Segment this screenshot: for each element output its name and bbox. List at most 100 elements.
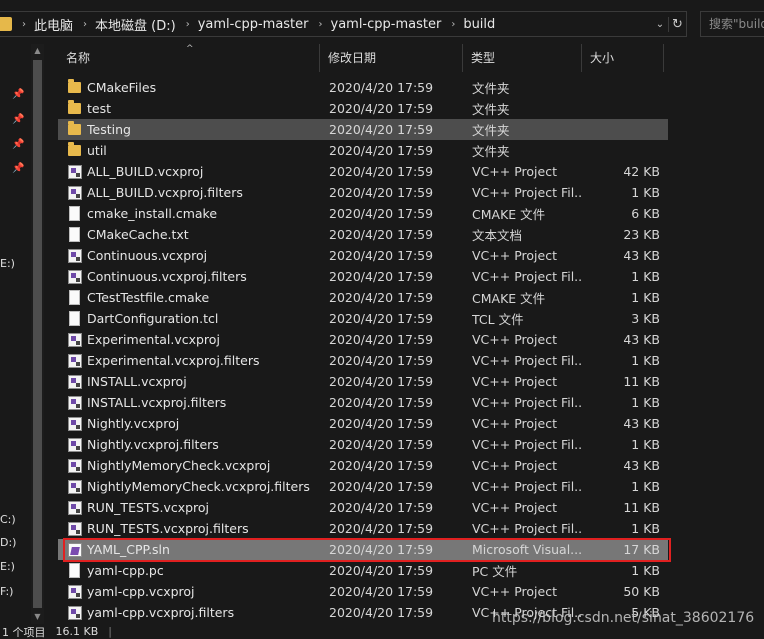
column-header-date[interactable]: 修改日期	[320, 44, 463, 72]
file-name: NightlyMemoryCheck.vcxproj	[87, 458, 271, 473]
file-type: 文件夹	[472, 123, 510, 138]
nav-drive-label[interactable]: E:)	[0, 560, 15, 573]
vcxproj-icon	[67, 416, 83, 432]
file-row[interactable]: Continuous.vcxproj 2020/4/20 17:59 VC++ Pr…	[58, 245, 668, 266]
file-row[interactable]: RUN_TESTS.vcxproj.filters 2020/4/20 17:59…	[58, 518, 668, 539]
breadcrumb-separator-icon[interactable]: ›	[186, 19, 190, 30]
file-row[interactable]: test 2020/4/20 17:59 文件夹	[58, 98, 668, 119]
file-type: PC 文件	[472, 564, 518, 579]
file-date: 2020/4/20 17:59	[329, 605, 434, 620]
file-row[interactable]: Continuous.vcxproj.filters 2020/4/20 17:5…	[58, 266, 668, 287]
file-type: VC++ Project Fil...	[472, 269, 582, 284]
file-row[interactable]: INSTALL.vcxproj 2020/4/20 17:59 VC++ Proje…	[58, 371, 668, 392]
file-name: yaml-cpp.vcxproj.filters	[87, 605, 235, 620]
file-name: CMakeCache.txt	[87, 227, 189, 242]
file-row[interactable]: ALL_BUILD.vcxproj 2020/4/20 17:59 VC++ Pro…	[58, 161, 668, 182]
breadcrumb-item[interactable]: build	[463, 17, 495, 32]
file-row[interactable]: CTestTestfile.cmake 2020/4/20 17:59 CMAKE …	[58, 287, 668, 308]
file-type: VC++ Project	[472, 500, 557, 515]
scroll-up-icon[interactable]: ▲	[31, 44, 44, 58]
file-row[interactable]: ALL_BUILD.vcxproj.filters 2020/4/20 17:59…	[58, 182, 668, 203]
file-size: 1 KB	[631, 479, 660, 494]
file-row[interactable]: DartConfiguration.tcl 2020/4/20 17:59 TCL …	[58, 308, 668, 329]
file-row[interactable]: yaml-cpp.pc 2020/4/20 17:59 PC 文件 1 KB	[58, 560, 668, 581]
navigation-pane[interactable]: 📌 📌 📌 📌 E:) C:) D:) E:) F:)	[0, 44, 30, 624]
vcxproj-icon	[67, 374, 83, 390]
breadcrumb-item[interactable]: 本地磁盘 (D:)	[95, 15, 176, 34]
watermark: https://blog.csdn.net/sinat_38602176	[492, 610, 755, 626]
vcxproj-icon	[67, 395, 83, 411]
column-header-type[interactable]: 类型	[463, 44, 582, 72]
file-type: 文件夹	[472, 81, 510, 96]
file-name: cmake_install.cmake	[87, 206, 218, 221]
nav-drive-label[interactable]: C:)	[0, 513, 16, 526]
pin-icon[interactable]: 📌	[12, 139, 24, 151]
file-row[interactable]: Testing 2020/4/20 17:59 文件夹	[58, 119, 668, 140]
breadcrumb-separator-icon[interactable]: ›	[319, 19, 323, 30]
file-row[interactable]: Nightly.vcxproj.filters 2020/4/20 17:59 VC…	[58, 434, 668, 455]
document-icon	[67, 562, 83, 579]
file-type: VC++ Project	[472, 164, 557, 179]
file-date: 2020/4/20 17:59	[329, 479, 434, 494]
scroll-down-icon[interactable]: ▼	[31, 610, 44, 624]
file-date: 2020/4/20 17:59	[329, 500, 434, 515]
file-row[interactable]: Experimental.vcxproj.filters 2020/4/20 17…	[58, 350, 668, 371]
breadcrumb-separator-icon[interactable]: ›	[451, 19, 455, 30]
file-row[interactable]: Nightly.vcxproj 2020/4/20 17:59 VC++ Proje…	[58, 413, 668, 434]
file-size: 1 KB	[631, 185, 660, 200]
breadcrumb-item[interactable]: 此电脑	[34, 15, 73, 34]
breadcrumb-separator-icon[interactable]: ›	[22, 19, 26, 30]
refresh-icon[interactable]: ↻	[668, 16, 686, 32]
file-type: VC++ Project Fil...	[472, 437, 582, 452]
column-header-size[interactable]: 大小	[582, 44, 664, 72]
folder-icon	[67, 120, 83, 138]
file-row[interactable]: CMakeCache.txt 2020/4/20 17:59 文本文档 23 KB	[58, 224, 668, 245]
vertical-scrollbar[interactable]: ▲ ▼	[31, 44, 44, 624]
file-name: ALL_BUILD.vcxproj	[87, 164, 204, 179]
file-size: 50 KB	[623, 584, 660, 599]
file-size: 11 KB	[623, 374, 660, 389]
column-header-name[interactable]: 名称	[58, 44, 320, 72]
nav-drive-label[interactable]: F:)	[0, 585, 13, 598]
file-date: 2020/4/20 17:59	[329, 353, 434, 368]
pin-icon[interactable]: 📌	[12, 114, 24, 126]
vcxproj-icon	[67, 269, 83, 285]
file-row[interactable]: util 2020/4/20 17:59 文件夹	[58, 140, 668, 161]
vcxproj-icon	[67, 458, 83, 474]
file-type: 文本文档	[472, 228, 523, 243]
breadcrumb-item[interactable]: yaml-cpp-master	[331, 17, 442, 32]
pin-icon[interactable]: 📌	[12, 89, 24, 101]
address-bar[interactable]: › 此电脑 › 本地磁盘 (D:) › yaml-cpp-master › yaml-cpp-…	[0, 11, 687, 37]
search-input[interactable]: 搜索"build"	[700, 11, 764, 37]
file-row[interactable]: INSTALL.vcxproj.filters 2020/4/20 17:59 VC…	[58, 392, 668, 413]
nav-drive-label[interactable]: E:)	[0, 257, 15, 270]
file-name: NightlyMemoryCheck.vcxproj.filters	[87, 479, 310, 494]
folder-icon	[67, 78, 83, 96]
breadcrumb[interactable]: › 此电脑 › 本地磁盘 (D:) › yaml-cpp-master › yaml-cpp-…	[12, 12, 495, 36]
file-row[interactable]: RUN_TESTS.vcxproj 2020/4/20 17:59 VC++ Pro…	[58, 497, 668, 518]
file-row[interactable]: Experimental.vcxproj 2020/4/20 17:59 VC++ …	[58, 329, 668, 350]
document-icon	[67, 226, 83, 243]
file-name: ALL_BUILD.vcxproj.filters	[87, 185, 243, 200]
file-row[interactable]: yaml-cpp.vcxproj 2020/4/20 17:59 VC++ Proj…	[58, 581, 668, 602]
file-size: 1 KB	[631, 521, 660, 536]
breadcrumb-item[interactable]: yaml-cpp-master	[198, 17, 309, 32]
file-size: 43 KB	[623, 458, 660, 473]
pin-icon[interactable]: 📌	[12, 163, 24, 175]
file-date: 2020/4/20 17:59	[329, 311, 434, 326]
file-type: VC++ Project Fil...	[472, 353, 582, 368]
file-size: 42 KB	[623, 164, 660, 179]
file-row[interactable]: CMakeFiles 2020/4/20 17:59 文件夹	[58, 77, 668, 98]
file-row[interactable]: cmake_install.cmake 2020/4/20 17:59 CMAKE …	[58, 203, 668, 224]
file-row[interactable]: NightlyMemoryCheck.vcxproj.filters 2020/4…	[58, 476, 668, 497]
file-type: VC++ Project	[472, 374, 557, 389]
chevron-down-icon[interactable]: ⌄	[652, 19, 668, 30]
status-divider: |	[108, 625, 112, 638]
file-size: 11 KB	[623, 500, 660, 515]
nav-drive-label[interactable]: D:)	[0, 536, 16, 549]
file-row[interactable]: NightlyMemoryCheck.vcxproj 2020/4/20 17:5…	[58, 455, 668, 476]
file-size: 43 KB	[623, 332, 660, 347]
breadcrumb-separator-icon[interactable]: ›	[83, 19, 87, 30]
scrollbar-thumb[interactable]	[33, 60, 42, 608]
vcxproj-icon	[67, 185, 83, 201]
